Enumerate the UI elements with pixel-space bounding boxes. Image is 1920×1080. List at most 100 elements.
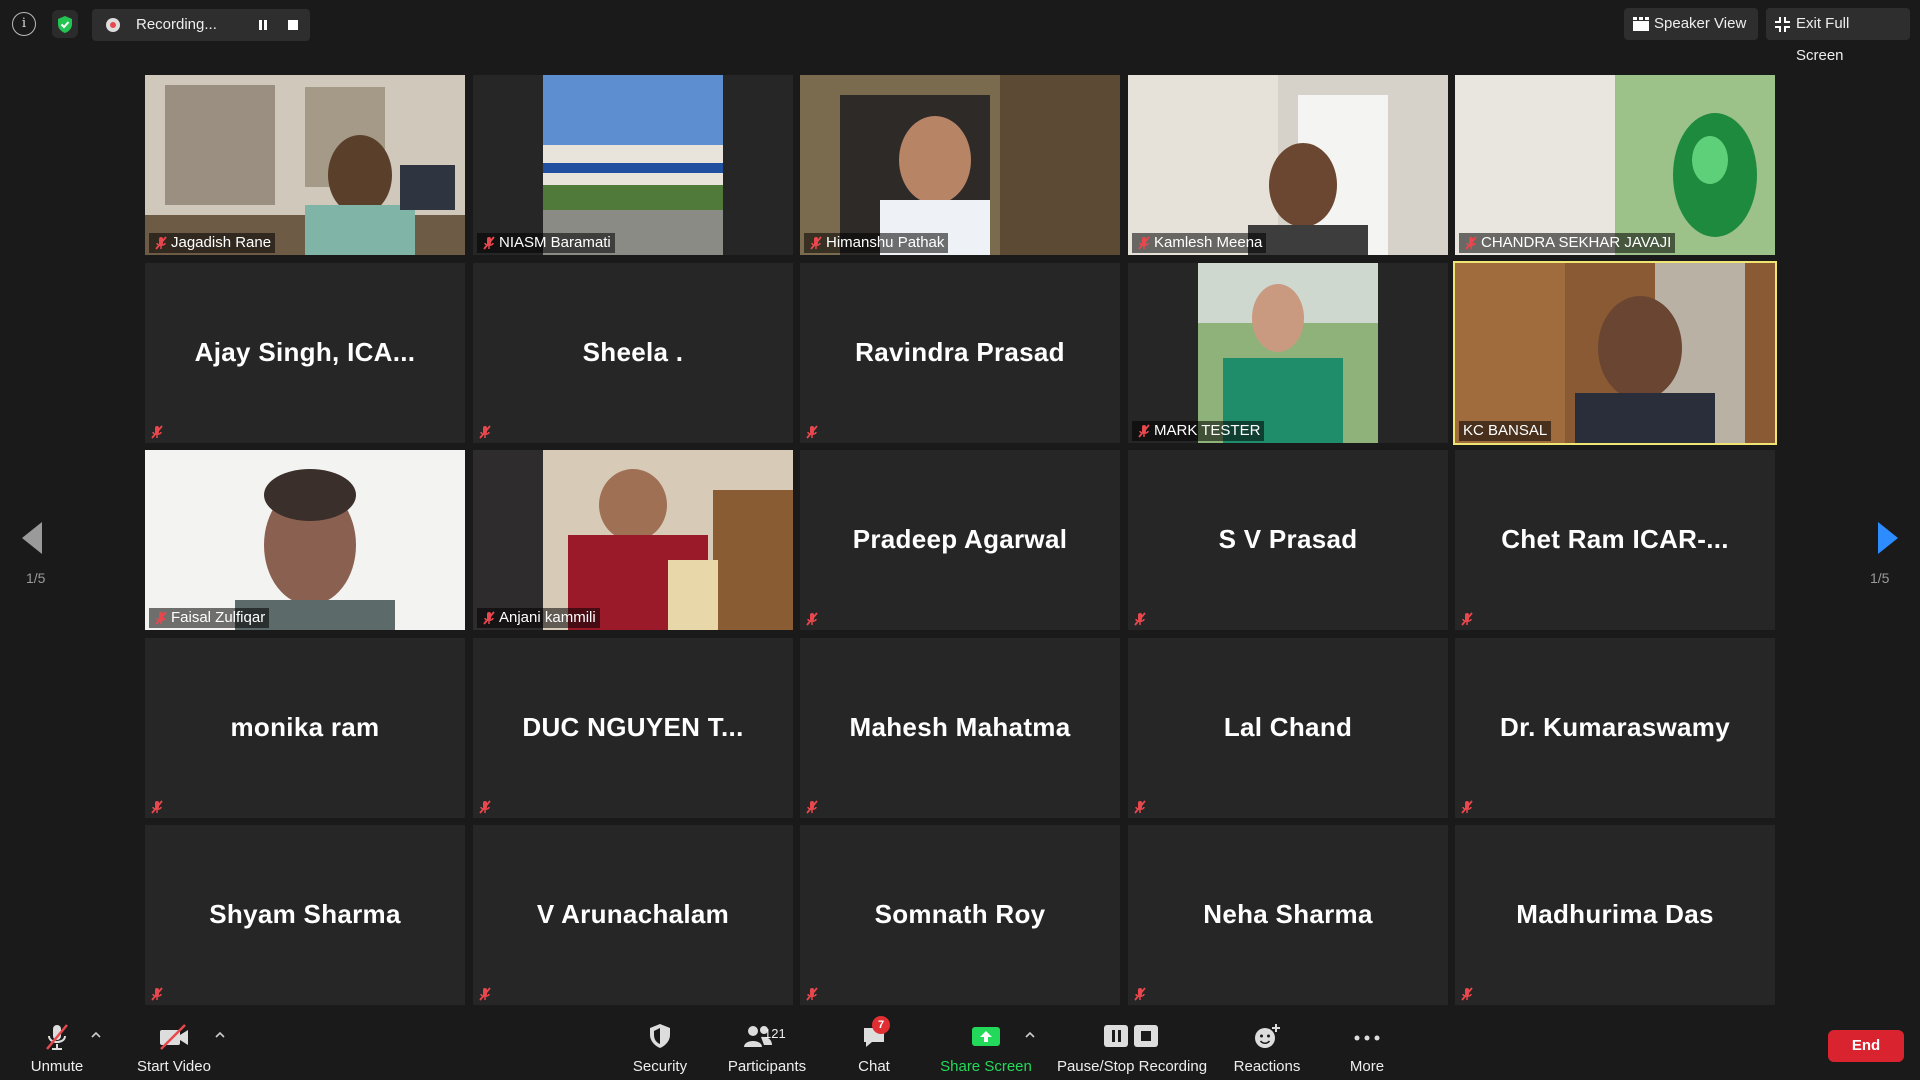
video-tile[interactable]: MARK TESTER	[1128, 263, 1448, 443]
muted-mic-icon	[151, 987, 163, 1001]
participant-display-name: Pradeep Agarwal	[852, 524, 1068, 554]
pause-stop-recording-label: Pause/Stop Recording	[1056, 1058, 1208, 1075]
unmute-label: Unmute	[30, 1058, 84, 1075]
participant-display-name: Shyam Sharma	[209, 899, 401, 929]
pause-stop-recording-icon	[1104, 1025, 1158, 1047]
video-tile[interactable]: monika ram	[145, 638, 465, 818]
video-tile[interactable]: S V Prasad	[1128, 450, 1448, 630]
participant-video	[145, 450, 465, 630]
audio-options-chevron-up-icon[interactable]	[90, 1030, 102, 1038]
pause-recording-button[interactable]	[252, 15, 274, 35]
stop-recording-button[interactable]	[282, 15, 304, 35]
chat-label: Chat	[858, 1058, 890, 1075]
muted-mic-icon	[806, 612, 818, 626]
chat-button[interactable]: 7 Chat	[846, 1016, 902, 1075]
muted-mic-icon	[151, 800, 163, 814]
participant-display-name: Ravindra Prasad	[855, 337, 1065, 367]
participant-video	[1128, 263, 1448, 443]
participant-name-label: NIASM Baramati	[477, 233, 615, 253]
meeting-toolbar: Unmute Start Video Security 121 Particip…	[0, 1010, 1920, 1080]
video-tile[interactable]: Madhurima Das	[1455, 825, 1775, 1005]
participant-name-label: CHANDRA SEKHAR JAVAJI	[1459, 233, 1676, 253]
muted-mic-icon	[479, 987, 491, 1001]
reactions-smiley-icon	[1255, 1024, 1280, 1048]
muted-mic-icon	[1461, 612, 1473, 626]
reactions-button[interactable]: Reactions	[1232, 1022, 1302, 1075]
participant-video	[473, 75, 793, 255]
participant-name-label: Jagadish Rane	[149, 233, 276, 253]
video-tile[interactable]: Jagadish Rane	[145, 75, 465, 255]
participant-display-name: Lal Chand	[1223, 712, 1353, 742]
video-tile[interactable]: V Arunachalam	[473, 825, 793, 1005]
muted-mic-icon	[1134, 612, 1146, 626]
participant-name-label: KC BANSAL	[1459, 421, 1552, 441]
chat-unread-badge: 7	[872, 1016, 890, 1034]
unmute-button[interactable]: Unmute	[22, 1022, 92, 1075]
start-video-label: Start Video	[137, 1058, 211, 1075]
video-tile[interactable]: Dr. Kumaraswamy	[1455, 638, 1775, 818]
active-speaker-tile[interactable]: KC BANSAL	[1453, 261, 1777, 445]
encryption-shield-icon[interactable]	[52, 10, 78, 38]
muted-mic-icon	[1461, 800, 1473, 814]
more-label: More	[1349, 1058, 1385, 1075]
muted-mic-icon	[479, 800, 491, 814]
pause-stop-recording-button[interactable]: Pause/Stop Recording	[1054, 1022, 1210, 1075]
video-tile[interactable]: Mahesh Mahatma	[800, 638, 1120, 818]
video-tile[interactable]: Chet Ram ICAR-...	[1455, 450, 1775, 630]
start-video-button[interactable]: Start Video	[132, 1022, 216, 1075]
more-button[interactable]: More	[1340, 1022, 1394, 1075]
end-meeting-button[interactable]: End	[1828, 1030, 1904, 1062]
participant-video	[145, 75, 465, 255]
participants-button[interactable]: 121 Participants	[724, 1022, 810, 1075]
video-tile[interactable]: Ravindra Prasad	[800, 263, 1120, 443]
video-options-chevron-up-icon[interactable]	[214, 1030, 226, 1038]
video-tile[interactable]: Kamlesh Meena	[1128, 75, 1448, 255]
muted-mic-icon	[151, 425, 163, 439]
muted-mic-icon	[1134, 800, 1146, 814]
participants-label: Participants	[727, 1058, 807, 1075]
video-tile[interactable]: Ajay Singh, ICA...	[145, 263, 465, 443]
recording-dot-icon	[106, 18, 120, 32]
video-tile[interactable]: Sheela .	[473, 263, 793, 443]
muted-microphone-icon	[46, 1024, 68, 1050]
participant-display-name: Neha Sharma	[1203, 899, 1373, 929]
share-options-chevron-up-icon[interactable]	[1024, 1030, 1036, 1038]
muted-mic-icon	[155, 236, 167, 250]
next-page-arrow-icon[interactable]	[1872, 518, 1902, 558]
meeting-info-icon[interactable]: i	[12, 12, 36, 36]
video-tile[interactable]: Anjani kammili	[473, 450, 793, 630]
participant-name-label: Faisal Zulfiqar	[149, 608, 270, 628]
participant-display-name: V Arunachalam	[536, 899, 730, 929]
speaker-view-label: Speaker View	[1654, 15, 1747, 32]
muted-mic-icon	[483, 611, 495, 625]
video-tile[interactable]: Somnath Roy	[800, 825, 1120, 1005]
video-tile[interactable]: Lal Chand	[1128, 638, 1448, 818]
speaker-view-button[interactable]: Speaker View	[1624, 8, 1758, 40]
participant-video	[800, 75, 1120, 255]
video-tile[interactable]: Himanshu Pathak	[800, 75, 1120, 255]
muted-mic-icon	[1461, 987, 1473, 1001]
video-tile[interactable]: Shyam Sharma	[145, 825, 465, 1005]
video-tile[interactable]: NIASM Baramati	[473, 75, 793, 255]
video-tile[interactable]: DUC NGUYEN T...	[473, 638, 793, 818]
exit-fullscreen-button[interactable]: Exit Full Screen	[1766, 8, 1910, 64]
muted-mic-icon	[806, 800, 818, 814]
participant-video	[1455, 75, 1775, 255]
muted-mic-icon	[155, 611, 167, 625]
video-tile[interactable]: Neha Sharma	[1128, 825, 1448, 1005]
video-tile[interactable]: CHANDRA SEKHAR JAVAJI	[1455, 75, 1775, 255]
share-screen-icon	[972, 1027, 1000, 1046]
video-tile[interactable]: Faisal Zulfiqar	[145, 450, 465, 630]
exit-fullscreen-icon	[1775, 17, 1790, 32]
share-screen-button[interactable]: Share Screen	[938, 1022, 1034, 1075]
participants-count: 121	[764, 1026, 786, 1041]
security-shield-icon	[650, 1024, 670, 1048]
participant-display-name: Chet Ram ICAR-...	[1501, 524, 1729, 554]
security-label: Security	[632, 1058, 688, 1075]
security-button[interactable]: Security	[628, 1022, 692, 1075]
previous-page-arrow-icon[interactable]	[18, 518, 48, 558]
muted-mic-icon	[806, 987, 818, 1001]
muted-mic-icon	[483, 236, 495, 250]
top-bar: i Recording... Speaker View Exit Full Sc…	[0, 0, 1920, 64]
video-tile[interactable]: Pradeep Agarwal	[800, 450, 1120, 630]
